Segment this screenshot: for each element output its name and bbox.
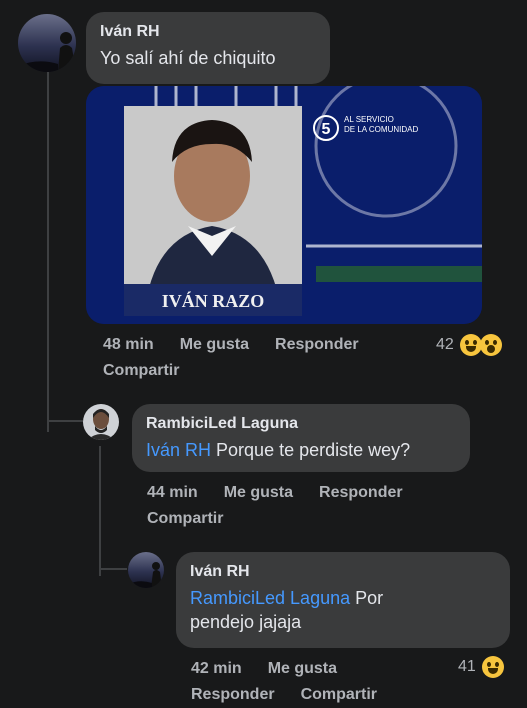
comment-text: Iván RH Porque te perdiste wey? (146, 438, 456, 462)
photo-logo-line2: DE LA COMUNIDAD (344, 125, 418, 134)
thread-line-sub (99, 446, 101, 576)
like-button[interactable]: Me gusta (180, 336, 249, 353)
laughing-icon (459, 334, 482, 356)
thread-line-main (47, 72, 49, 432)
comment-text: RambiciLed Laguna Por pendejo jajaja (190, 586, 496, 634)
reaction-count: 42 (436, 336, 454, 353)
photo-logo-line1: AL SERVICIO (344, 115, 394, 124)
comment-time: 44 min (147, 484, 198, 501)
like-button[interactable]: Me gusta (268, 660, 337, 677)
silhouette-icon (18, 32, 76, 72)
comment-bubble[interactable]: Iván RH Yo salí ahí de chiquito (86, 12, 330, 84)
comment-text: Yo salí ahí de chiquito (100, 48, 276, 68)
avatar[interactable] (83, 404, 119, 440)
comment-author[interactable]: Iván RH (100, 22, 316, 42)
comment-bubble[interactable]: RambiciLed Laguna Iván RH Porque te perd… (132, 404, 470, 472)
photo-graphic: IVÁN RAZO 5 AL SERVICIO DE LA COMUNIDAD (86, 86, 482, 324)
comment-text-body: Por (350, 588, 384, 608)
comment-actions: 48 min Me gusta Responder Compartir (103, 332, 423, 384)
comment-text-body: Porque te perdiste wey? (211, 440, 411, 460)
reaction-count: 41 (458, 658, 476, 675)
thread-line-branch-2 (99, 568, 127, 570)
comment-photo[interactable]: IVÁN RAZO 5 AL SERVICIO DE LA COMUNIDAD (86, 86, 482, 324)
comment-text-line2: pendejo jajaja (190, 612, 302, 632)
mention-link[interactable]: Iván RH (146, 440, 211, 460)
share-button[interactable]: Compartir (301, 686, 377, 703)
comment-time: 42 min (191, 660, 242, 677)
like-button[interactable]: Me gusta (224, 484, 293, 501)
photo-caption: IVÁN RAZO (162, 290, 265, 311)
reply-button[interactable]: Responder (319, 484, 403, 501)
silhouette-icon (128, 562, 162, 588)
laughing-icon (481, 656, 504, 678)
reaction-summary[interactable]: 42 (436, 334, 502, 356)
reply-button[interactable]: Responder (275, 336, 359, 353)
mention-link[interactable]: RambiciLed Laguna (190, 588, 350, 608)
avatar[interactable] (128, 552, 164, 588)
photo-channel: 5 (322, 121, 331, 138)
reaction-summary[interactable]: 41 (458, 656, 504, 678)
wow-icon (479, 334, 502, 356)
avatar[interactable] (18, 14, 76, 72)
comment-author[interactable]: RambiciLed Laguna (146, 414, 456, 434)
thread-line-branch-1 (47, 420, 83, 422)
comment-author[interactable]: Iván RH (190, 562, 496, 582)
person-icon (87, 409, 115, 440)
comment-actions: 44 min Me gusta Responder Compartir (147, 480, 467, 532)
reply-button[interactable]: Responder (191, 686, 275, 703)
share-button[interactable]: Compartir (103, 362, 179, 379)
comment-time: 48 min (103, 336, 154, 353)
comment-bubble[interactable]: Iván RH RambiciLed Laguna Por pendejo jaj… (176, 552, 510, 648)
share-button[interactable]: Compartir (147, 510, 223, 527)
